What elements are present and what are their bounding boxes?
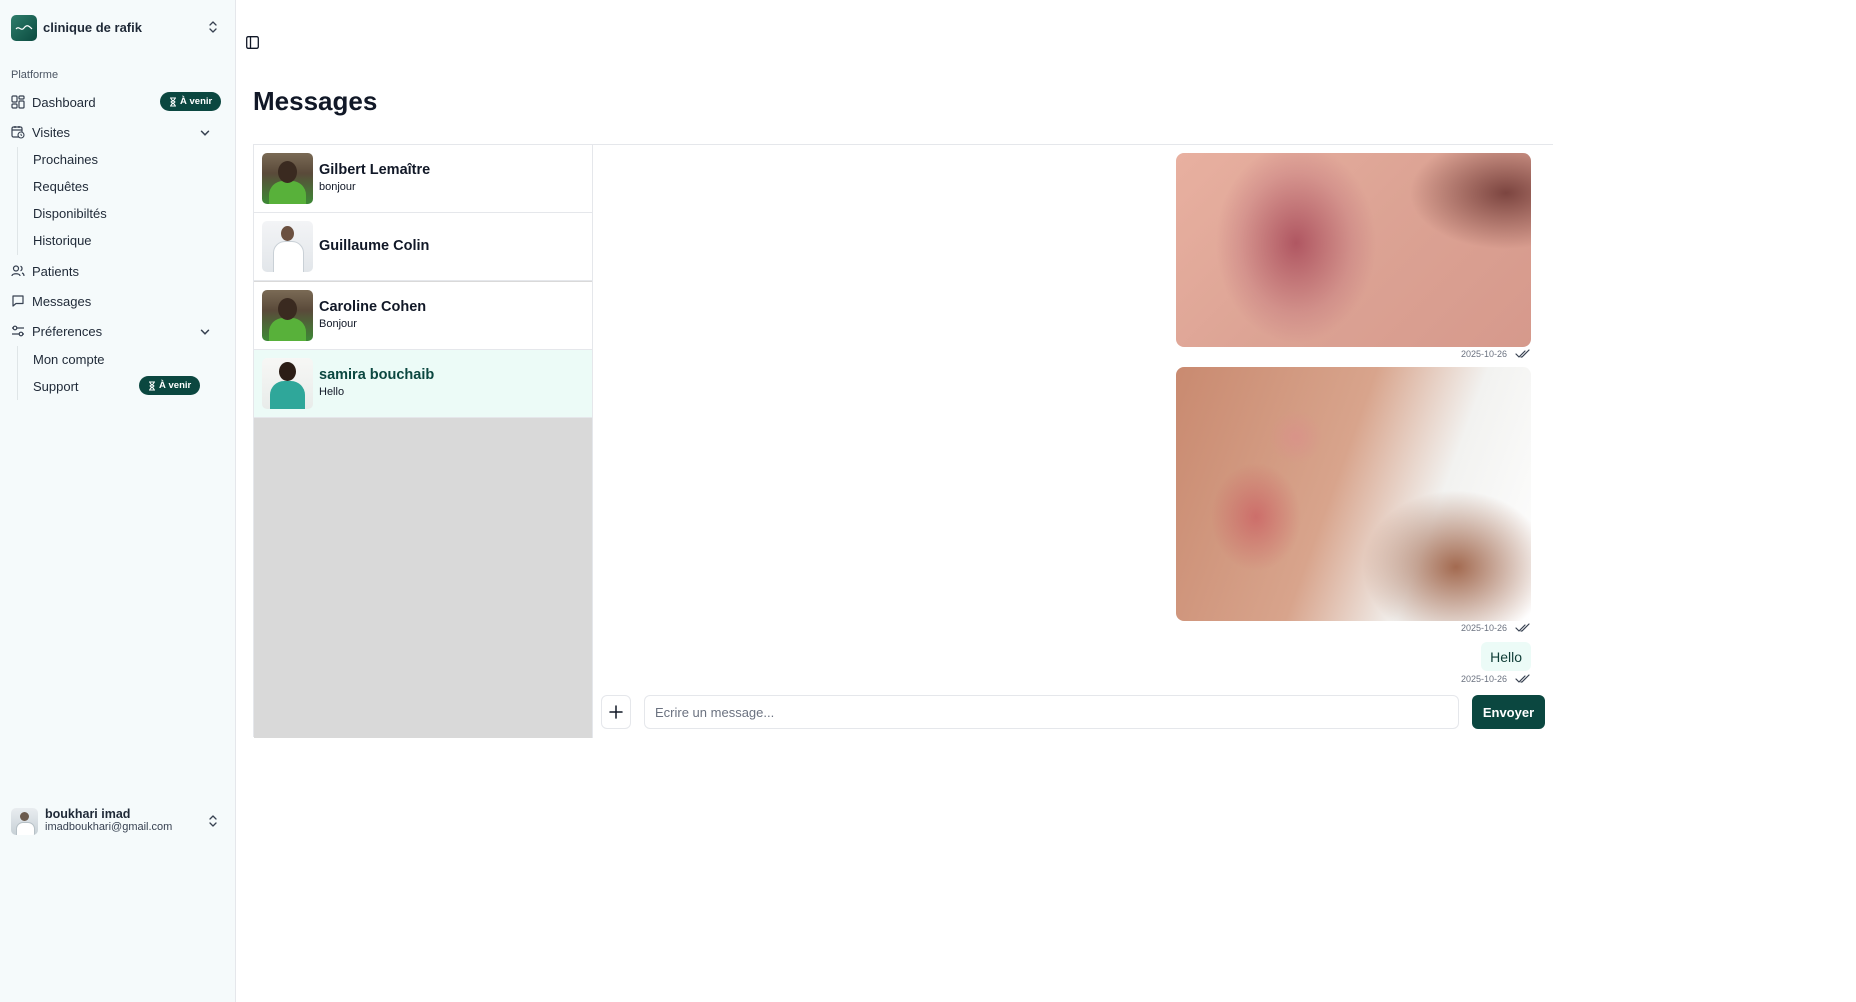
last-message-preview: bonjour [319,180,356,193]
message-input[interactable] [644,695,1459,729]
chat-thread: 2025-10-26 2025-10-26 Hello 2025-10-26 E… [593,145,1554,738]
message-date: 2025-10-26 [1460,674,1507,684]
double-check-icon [1515,623,1530,632]
org-name: clinique de rafik [43,20,142,35]
nav-patients[interactable]: Patients [11,259,223,283]
nav-messages-label: Messages [32,293,92,309]
last-message-preview: Bonjour [319,317,357,330]
chevron-down-icon [200,329,210,335]
send-button[interactable]: Envoyer [1472,695,1545,729]
contact-avatar [262,153,313,204]
message-meta: 2025-10-26 [1461,623,1531,633]
preferences-submenu: Mon compte Support [17,346,105,400]
nav-messages[interactable]: Messages [11,289,223,313]
conversation-list[interactable]: Gilbert Lemaître bonjour Guillaume Colin… [254,145,593,738]
upcoming-badge-support: À venir [139,376,201,395]
double-check-icon [1515,349,1530,358]
section-label-platforme: Platforme [11,69,59,81]
sidebar-toggle-icon[interactable] [246,36,259,49]
nav-visites-label: Visites [32,124,71,140]
user-avatar [11,807,38,835]
chevrons-up-down-icon [209,21,217,33]
hourglass-icon [170,97,176,106]
org-switcher[interactable]: clinique de rafik [11,14,225,41]
contact-name: samira bouchaib [319,366,435,383]
chevrons-up-down-icon [209,815,217,827]
contact-avatar [262,358,313,409]
sub-item-requetes[interactable]: Requêtes [33,175,89,197]
image-message[interactable] [1176,153,1531,347]
nav-visites[interactable]: Visites [11,120,223,144]
page-title: Messages [253,86,378,116]
contact-avatar [262,290,313,341]
message-composer: Envoyer [593,695,1554,729]
double-check-icon [1515,674,1530,683]
text-message: Hello [1481,642,1531,671]
conversation-item[interactable]: Gilbert Lemaître bonjour [254,145,592,213]
last-message-preview: Hello [319,385,345,398]
clinic-logo [11,14,37,41]
messages-panel: Gilbert Lemaître bonjour Guillaume Colin… [253,144,1554,738]
nav-patients-label: Patients [32,263,79,279]
user-name: boukhari imad [45,807,131,821]
sub-item-support[interactable]: Support [33,375,79,397]
settings-sliders-icon [12,325,24,337]
nav-preferences[interactable]: Préferences [11,319,223,343]
hourglass-icon [149,381,155,390]
sub-item-prochaines[interactable]: Prochaines [33,148,98,170]
image-message[interactable] [1176,367,1531,621]
dashboard-icon [11,95,25,109]
visites-submenu: Prochaines Requêtes Disponibiltés Histor… [17,147,107,255]
chevron-down-icon [200,130,210,136]
contact-name: Gilbert Lemaître [319,161,431,178]
users-icon [11,265,25,277]
contact-name: Guillaume Colin [319,238,430,254]
conversation-item[interactable]: Caroline Cohen Bonjour [254,282,592,350]
message-meta: 2025-10-26 [1461,349,1531,359]
plus-icon [609,705,623,719]
message-square-icon [12,295,24,307]
calendar-clock-icon [11,126,25,139]
attach-button[interactable] [601,695,631,729]
upcoming-badge-dashboard: À venir [160,92,222,111]
sub-item-disponibilites[interactable]: Disponibiltés [33,202,107,224]
contact-name: Caroline Cohen [319,298,427,315]
message-date: 2025-10-26 [1460,349,1507,359]
sub-item-mon-compte[interactable]: Mon compte [33,348,105,370]
user-menu[interactable]: boukhari imad imadboukhari@gmail.com [11,806,225,836]
user-email: imadboukhari@gmail.com [45,821,173,833]
conversation-item[interactable]: Guillaume Colin [254,213,592,281]
message-date: 2025-10-26 [1460,623,1507,633]
sidebar: clinique de rafik Platforme Dashboard À … [0,0,236,1002]
nav-preferences-label: Préferences [32,323,103,339]
conversation-item-active[interactable]: samira bouchaib Hello [254,350,592,418]
nav-dashboard-label: Dashboard [32,94,96,110]
message-meta: 2025-10-26 [1461,674,1531,684]
contact-avatar [262,221,313,272]
sub-item-historique[interactable]: Historique [33,229,92,251]
